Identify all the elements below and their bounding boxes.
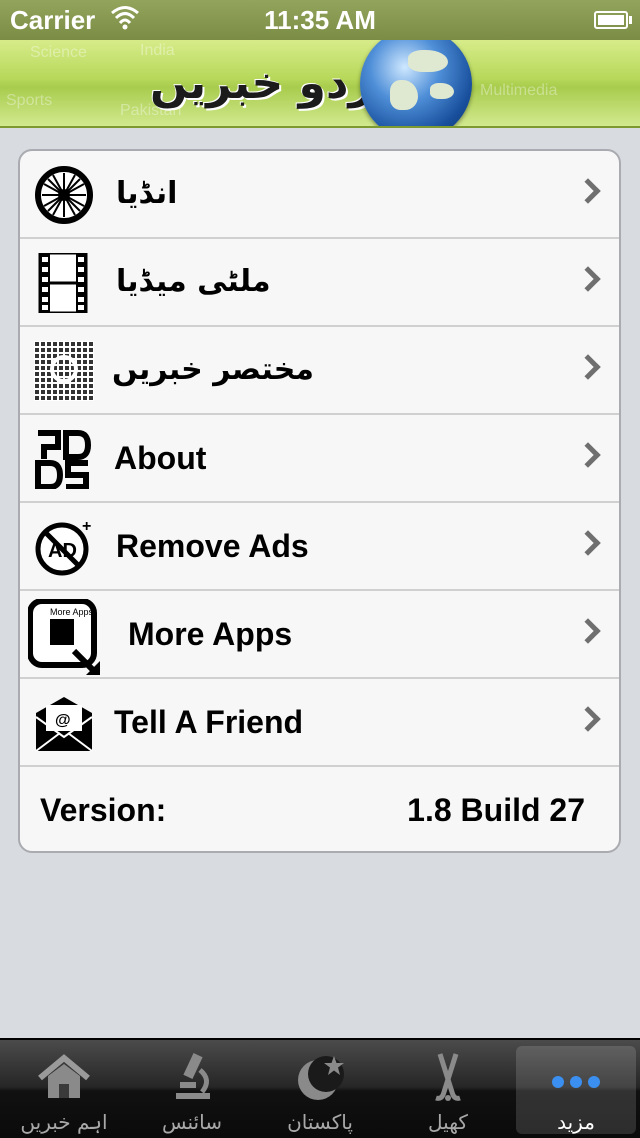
app-logo-text: اردو خبریں (150, 58, 389, 109)
clock: 11:35 AM (264, 5, 376, 35)
menu-item-label: مختصر خبریں (112, 352, 314, 387)
hockey-sticks-icon (418, 1052, 478, 1102)
menu-item-tell-a-friend[interactable]: @ Tell A Friend (20, 679, 619, 767)
microscope-icon (162, 1052, 222, 1102)
more-apps-icon: More Apps (27, 598, 108, 679)
home-icon (34, 1052, 94, 1102)
menu-item-label: ملٹی میڈیا (116, 264, 271, 299)
tab-pakistan[interactable]: پاکستان (260, 1046, 380, 1134)
more-apps-icon-text: More Apps (50, 607, 94, 617)
menu-item-label: انڈیا (116, 176, 178, 211)
chevron-right-icon (575, 266, 601, 292)
tab-science[interactable]: سائنس (132, 1046, 252, 1134)
tab-label: پاکستان (287, 1110, 353, 1134)
chevron-right-icon (575, 706, 601, 732)
menu-item-about[interactable]: About (20, 415, 619, 503)
mail-envelope-icon: @ (34, 693, 94, 753)
tab-label: سائنس (162, 1110, 222, 1134)
chevron-right-icon (575, 354, 601, 380)
tab-sports[interactable]: کھیل (388, 1046, 508, 1134)
menu-item-label: More Apps (128, 616, 293, 652)
version-label: Version: (40, 792, 167, 828)
tab-top-news[interactable]: اہم خبریں (4, 1046, 124, 1134)
menu-item-short-news[interactable]: مختصر خبریں (20, 327, 619, 415)
svg-text:@: @ (55, 712, 71, 729)
version-row: Version: 1.8 Build 27 (20, 767, 619, 851)
news-grid-icon (34, 341, 94, 401)
chevron-right-icon (575, 618, 601, 644)
chevron-right-icon (575, 442, 601, 468)
header-bg-word: Science (30, 44, 87, 61)
no-ads-icon: AD + (34, 517, 94, 577)
tab-label: کھیل (428, 1110, 468, 1134)
india-chakra-icon (34, 165, 94, 225)
menu-item-india[interactable]: انڈیا (20, 151, 619, 239)
chevron-right-icon (575, 530, 601, 556)
menu-item-label: Remove Ads (116, 528, 309, 564)
chevron-right-icon (575, 178, 601, 204)
header-bg-word: Multimedia (480, 82, 558, 99)
menu-item-label: About (114, 440, 207, 476)
menu-item-multimedia[interactable]: ملٹی میڈیا (20, 239, 619, 327)
menu-item-more-apps[interactable]: More Apps More Apps (20, 591, 619, 679)
svg-text:+: + (82, 518, 91, 535)
header-bg-word: Sports (6, 92, 53, 109)
battery-icon (594, 11, 632, 29)
globe-logo-icon (360, 40, 472, 126)
film-strip-icon (34, 251, 94, 315)
menu-item-remove-ads[interactable]: AD + Remove Ads (20, 503, 619, 591)
tab-bar: اہم خبریں سائنس پاکستان کھیل مزید (0, 1038, 640, 1138)
pd-logo-icon (34, 429, 94, 490)
crescent-star-icon (290, 1052, 350, 1102)
version-value: 1.8 Build 27 (407, 792, 585, 828)
tab-label: اہم خبریں (20, 1110, 108, 1134)
menu-item-label: Tell A Friend (114, 704, 304, 740)
status-bar: Carrier 11:35 AM (0, 0, 640, 40)
tab-label: مزید (557, 1110, 595, 1134)
more-dots-icon (546, 1052, 606, 1102)
app-header: Science India Sports Pakistan Multimedia… (0, 40, 640, 128)
tab-more[interactable]: مزید (516, 1046, 636, 1134)
menu-list: انڈیا ملٹی میڈیا مختصر خبریں About + Rem… (18, 149, 621, 853)
